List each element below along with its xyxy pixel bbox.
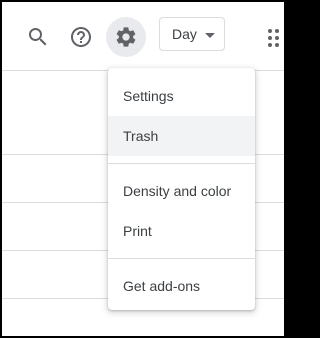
gear-icon (116, 27, 136, 47)
search-icon (29, 28, 47, 46)
settings-menu: Settings Trash Density and color Print G… (108, 68, 255, 310)
menu-divider (108, 163, 255, 164)
menu-item-print[interactable]: Print (108, 211, 255, 251)
menu-item-density-and-color[interactable]: Density and color (108, 171, 255, 211)
settings-button[interactable] (106, 17, 146, 57)
menu-item-label: Print (123, 223, 152, 239)
caret-down-icon (205, 33, 215, 38)
view-selector-label: Day (172, 26, 197, 42)
help-icon (71, 27, 91, 47)
help-button[interactable] (61, 17, 101, 57)
menu-item-label: Density and color (123, 183, 232, 199)
search-button[interactable] (18, 17, 58, 57)
menu-item-trash[interactable]: Trash (108, 116, 255, 156)
calendar-window: Day Settings Trash Density and color Pri… (2, 2, 284, 336)
menu-item-label: Settings (123, 88, 174, 104)
menu-item-get-add-ons[interactable]: Get add-ons (108, 266, 255, 306)
apps-grid-icon[interactable] (268, 29, 280, 47)
menu-item-settings[interactable]: Settings (108, 76, 255, 116)
menu-divider (108, 258, 255, 259)
menu-item-label: Trash (123, 128, 159, 144)
menu-item-label: Get add-ons (123, 278, 201, 294)
top-toolbar: Day (2, 2, 284, 70)
view-selector[interactable]: Day (159, 17, 225, 51)
